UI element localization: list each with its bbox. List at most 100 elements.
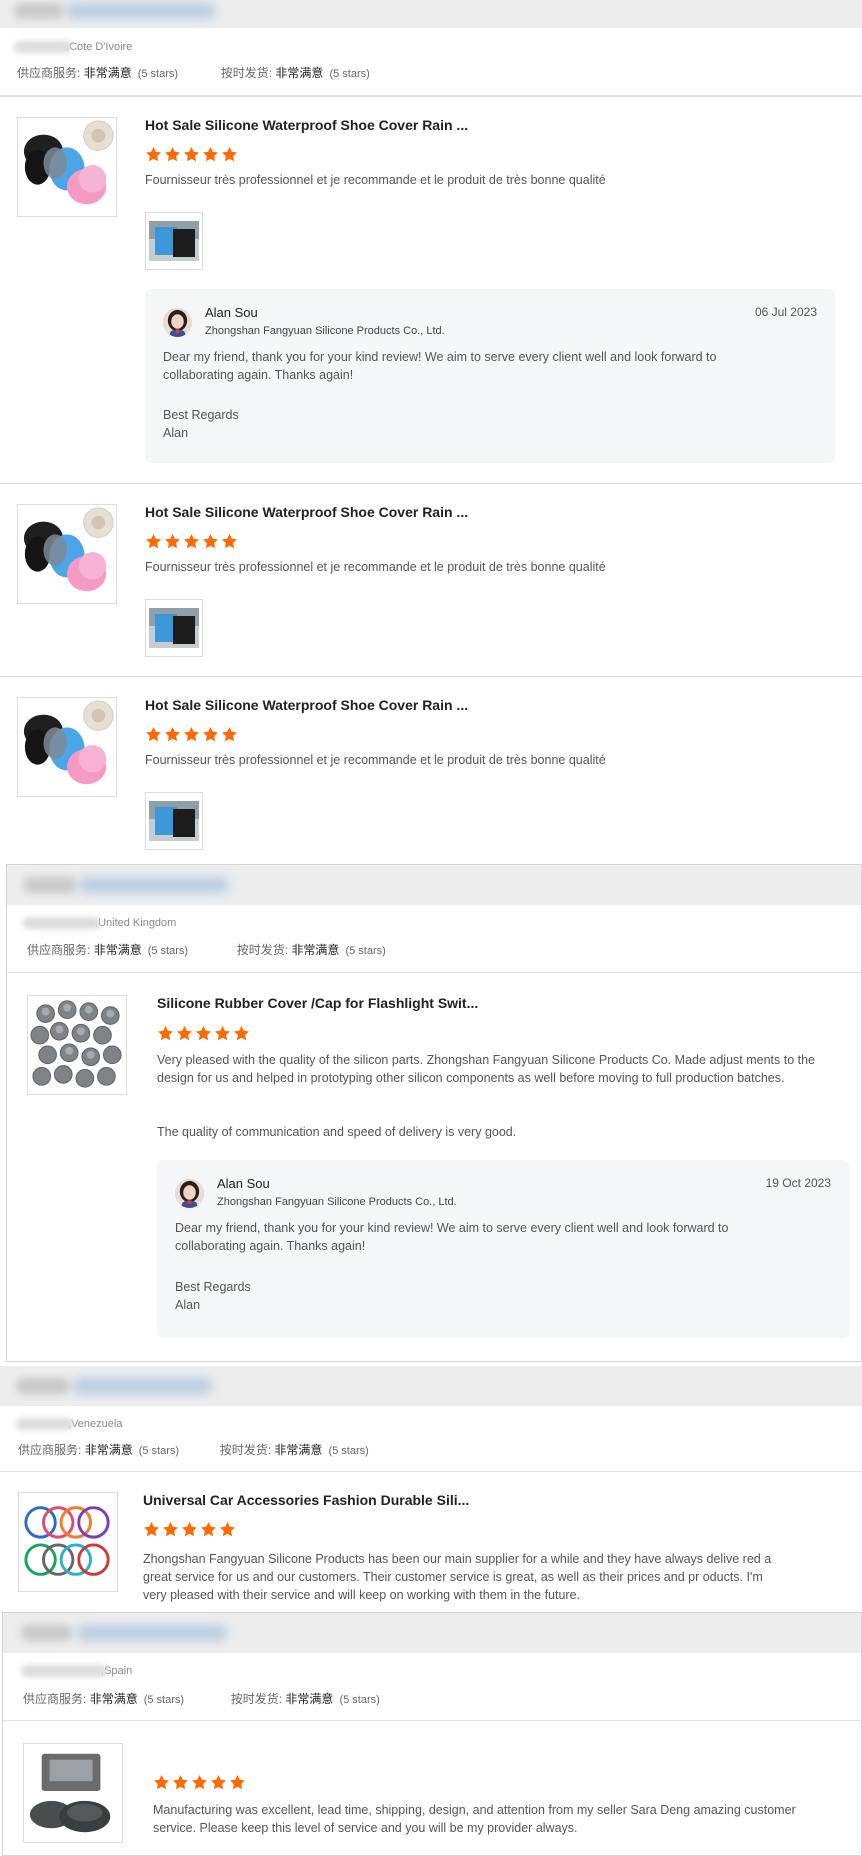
star-rating [145, 726, 240, 742]
buyer-header [3, 1613, 861, 1653]
reply-date: 06 Jul 2023 [754, 305, 817, 319]
review-card: ,Spain 供应商服务: 非常满意(5 stars) 按时发货: 非常满意(5… [2, 1612, 862, 1856]
supplier-reply: Alan Sou Zhongshan Fangyuan Silicone Pro… [157, 1160, 849, 1338]
star-icon [219, 1521, 236, 1538]
buyer-header [0, 1366, 862, 1406]
product-title[interactable]: Hot Sale Silicone Waterproof Shoe Cover … [145, 504, 468, 520]
star-icon [183, 533, 200, 550]
star-icon [145, 533, 162, 550]
star-icon [221, 533, 238, 550]
buyer-info: ,Cote D'Ivoire 供应商服务: 非常满意(5 stars) 按时发货… [0, 28, 862, 96]
overall-ratings: 供应商服务: 非常满意 (5 stars) 按时发货: 非常满意 (5 stars) [23, 1692, 380, 1706]
overall-ratings: 供应商服务: 非常满意 (5 stars) 按时发货: 非常满意 (5 stars) [27, 943, 386, 957]
buyer-avatar-blurred [23, 877, 77, 893]
star-icon [172, 1774, 189, 1791]
reply-author: Alan Sou [205, 305, 258, 320]
review-attachment[interactable] [145, 212, 203, 270]
review-text-paragraph: The quality of communication and speed o… [157, 1125, 517, 1139]
review-item: Silicone Rubber Cover /Cap for Flashligh… [7, 975, 861, 1361]
star-rating [157, 1025, 252, 1041]
star-icon [202, 146, 219, 163]
review-item: Hot Sale Silicone Waterproof Shoe Cover … [0, 96, 862, 483]
star-icon [221, 146, 238, 163]
product-thumbnail[interactable] [17, 697, 117, 797]
star-icon [202, 533, 219, 550]
buyer-header [0, 0, 862, 28]
review-attachment[interactable] [145, 599, 203, 657]
star-icon [221, 726, 238, 743]
star-icon [164, 533, 181, 550]
star-rating [145, 533, 240, 549]
review-text: Manufacturing was excellent, lead time, … [153, 1803, 796, 1835]
star-icon [191, 1774, 208, 1791]
review-item: Manufacturing was excellent, lead time, … [3, 1721, 861, 1856]
buyer-avatar-blurred [21, 1625, 73, 1641]
review-card: ,Venezuela 供应商服务: 非常满意(5 stars) 按时发货: 非常… [0, 1366, 862, 1612]
review-attachment[interactable] [145, 792, 203, 850]
star-icon [229, 1774, 246, 1791]
product-title[interactable]: Hot Sale Silicone Waterproof Shoe Cover … [145, 697, 468, 713]
star-icon [233, 1025, 250, 1042]
review-text: Zhongshan Fangyuan Silicone Products has… [143, 1552, 772, 1602]
product-thumbnail[interactable] [18, 1492, 118, 1592]
review-card: ,United Kingdom 供应商服务: 非常满意(5 stars) 按时发… [6, 864, 862, 1362]
overall-ratings: 供应商服务: 非常满意 (5 stars) 按时发货: 非常满意 (5 stars) [17, 66, 370, 80]
reply-signature: Alan [175, 1298, 201, 1312]
review-item: Universal Car Accessories Fashion Durabl… [0, 1472, 862, 1612]
avatar [163, 308, 192, 337]
reply-signature: Alan [163, 426, 189, 440]
star-icon [202, 726, 219, 743]
reply-signoff: Best Regards [175, 1280, 251, 1294]
star-icon [195, 1025, 212, 1042]
star-icon [145, 726, 162, 743]
star-icon [145, 146, 162, 163]
star-icon [181, 1521, 198, 1538]
reply-date: 19 Oct 2023 [765, 1176, 831, 1190]
buyer-info: ,Spain 供应商服务: 非常满意(5 stars) 按时发货: 非常满意(5… [3, 1653, 861, 1721]
avatar [175, 1179, 204, 1208]
review-item: Hot Sale Silicone Waterproof Shoe Cover … [0, 676, 862, 860]
reply-author: Alan Sou [217, 1176, 270, 1191]
star-icon [214, 1025, 231, 1042]
buyer-name-blurred [72, 1378, 212, 1394]
star-icon [183, 726, 200, 743]
star-icon [176, 1025, 193, 1042]
buyer-avatar-blurred [16, 1378, 70, 1394]
buyer-header [7, 865, 861, 905]
star-icon [200, 1521, 217, 1538]
buyer-location: ,Cote D'Ivoire [14, 41, 132, 54]
review-card: ,Cote D'Ivoire 供应商服务: 非常满意(5 stars) 按时发货… [0, 0, 862, 860]
supplier-reply: Alan Sou Zhongshan Fangyuan Silicone Pro… [145, 289, 835, 463]
review-text: Very pleased with the quality of the sil… [157, 1053, 816, 1085]
product-thumbnail[interactable] [17, 504, 117, 604]
review-text: Fournisseur très professionnel et je rec… [145, 560, 606, 574]
buyer-location: ,United Kingdom [23, 917, 176, 930]
star-icon [153, 1774, 170, 1791]
review-text: Fournisseur très professionnel et je rec… [145, 753, 606, 767]
buyer-name-blurred [66, 3, 216, 19]
overall-ratings: 供应商服务: 非常满意 (5 stars) 按时发货: 非常满意 (5 stars) [18, 1443, 369, 1457]
reply-company: Zhongshan Fangyuan Silicone Products Co.… [217, 1196, 457, 1208]
product-title[interactable]: Silicone Rubber Cover /Cap for Flashligh… [157, 995, 478, 1011]
buyer-avatar-blurred [14, 3, 64, 19]
star-rating [143, 1521, 238, 1537]
product-thumbnail[interactable] [17, 117, 117, 217]
buyer-location: ,Venezuela [16, 1418, 122, 1431]
star-icon [143, 1521, 160, 1538]
review-text: Fournisseur très professionnel et je rec… [145, 173, 606, 187]
star-rating [153, 1774, 248, 1790]
star-icon [157, 1025, 174, 1042]
reply-text: Dear my friend, thank you for your kind … [163, 350, 717, 382]
star-rating [145, 146, 240, 162]
product-thumbnail[interactable] [23, 1743, 123, 1843]
product-thumbnail[interactable] [27, 995, 127, 1095]
star-icon [164, 726, 181, 743]
buyer-info: ,United Kingdom 供应商服务: 非常满意(5 stars) 按时发… [7, 905, 861, 973]
product-title[interactable]: Universal Car Accessories Fashion Durabl… [143, 1492, 469, 1508]
review-item: Hot Sale Silicone Waterproof Shoe Cover … [0, 483, 862, 676]
buyer-name-blurred [79, 877, 229, 893]
star-icon [162, 1521, 179, 1538]
star-icon [164, 146, 181, 163]
star-icon [210, 1774, 227, 1791]
product-title[interactable]: Hot Sale Silicone Waterproof Shoe Cover … [145, 117, 468, 133]
